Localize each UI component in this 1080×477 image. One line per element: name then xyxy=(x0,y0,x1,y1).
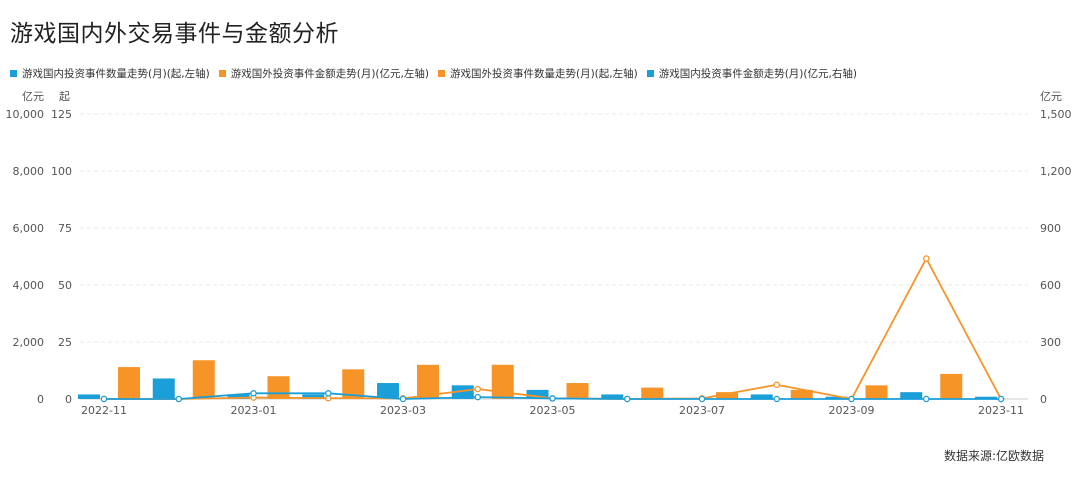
domestic-amount-point[interactable] xyxy=(997,395,1005,403)
right-amount-tick-label: 600 xyxy=(1040,279,1061,292)
left-amount-tick-label: 2,000 xyxy=(13,336,45,349)
domestic-amount-point[interactable] xyxy=(175,395,182,403)
foreign-amount-point[interactable] xyxy=(474,385,481,393)
left-amount-tick-label: 0 xyxy=(37,393,44,406)
domestic-amount-point[interactable] xyxy=(773,395,781,403)
x-tick-label: 2023-09 xyxy=(829,404,875,417)
left-count-tick-label: 50 xyxy=(58,279,72,292)
axes: 10,000 125 1,500 8,000 100 1,200 6,000 75 900 4,0… xyxy=(6,90,1072,417)
grid-lines xyxy=(80,113,1028,400)
domestic-amount-point[interactable] xyxy=(250,390,257,397)
foreign-amount-point[interactable] xyxy=(923,255,930,262)
x-tick-label: 2023-05 xyxy=(530,404,576,417)
domestic-amount-point[interactable] xyxy=(474,393,481,401)
left-count-tick-label: 0 xyxy=(65,393,72,406)
x-tick-label: 2023-01 xyxy=(231,404,277,417)
domestic-amount-point[interactable] xyxy=(324,390,332,397)
domestic-amount-point[interactable] xyxy=(698,395,706,403)
left-count-unit: 起 xyxy=(59,90,70,103)
x-tick-label: 2023-03 xyxy=(380,404,426,417)
foreign-count-bar[interactable] xyxy=(267,376,290,399)
foreign-amount-point[interactable] xyxy=(773,381,781,388)
foreign-count-bar[interactable] xyxy=(192,360,215,399)
foreign-amount-line xyxy=(104,256,1002,401)
foreign-count-bar[interactable] xyxy=(940,373,963,399)
domestic-amount-point[interactable] xyxy=(549,395,556,402)
bars-layer xyxy=(78,360,997,399)
right-amount-tick-label: 900 xyxy=(1040,222,1061,235)
foreign-count-bar[interactable] xyxy=(566,383,589,399)
x-tick-label: 2023-11 xyxy=(978,404,1024,417)
domestic-amount-point[interactable] xyxy=(923,395,930,403)
data-source: 数据来源:亿欧数据 xyxy=(943,449,1044,463)
right-amount-tick-label: 300 xyxy=(1040,336,1061,349)
domestic-amount-point[interactable] xyxy=(624,395,631,403)
foreign-count-bar[interactable] xyxy=(865,385,888,399)
left-amount-tick-label: 6,000 xyxy=(13,222,45,235)
lines-layer xyxy=(100,255,1005,403)
left-count-tick-label: 125 xyxy=(51,108,72,121)
domestic-count-bar[interactable] xyxy=(78,394,100,399)
right-amount-tick-label: 1,500 xyxy=(1040,108,1072,121)
left-count-tick-label: 75 xyxy=(58,222,72,235)
right-amount-tick-label: 1,200 xyxy=(1040,165,1072,178)
left-amount-tick-label: 10,000 xyxy=(6,108,45,121)
domestic-count-bar[interactable] xyxy=(152,378,175,399)
foreign-count-bar[interactable] xyxy=(641,387,664,399)
left-count-tick-label: 100 xyxy=(51,165,72,178)
chart-area: 10,000 125 1,500 8,000 100 1,200 6,000 75 900 4,0… xyxy=(6,90,1072,417)
right-amount-unit: 亿元 xyxy=(1040,90,1062,103)
domestic-count-bar[interactable] xyxy=(900,392,923,399)
left-amount-tick-label: 8,000 xyxy=(13,165,45,178)
x-tick-label: 2023-07 xyxy=(679,404,725,417)
foreign-count-bar[interactable] xyxy=(118,367,140,399)
domestic-amount-point[interactable] xyxy=(100,395,108,403)
domestic-amount-point[interactable] xyxy=(399,395,407,403)
left-count-tick-label: 25 xyxy=(58,336,72,349)
domestic-amount-point[interactable] xyxy=(848,395,855,403)
left-amount-unit: 亿元 xyxy=(22,90,44,103)
x-tick-label: 2022-11 xyxy=(81,404,127,417)
left-amount-tick-label: 4,000 xyxy=(13,279,45,292)
right-amount-tick-label: 0 xyxy=(1040,393,1047,406)
